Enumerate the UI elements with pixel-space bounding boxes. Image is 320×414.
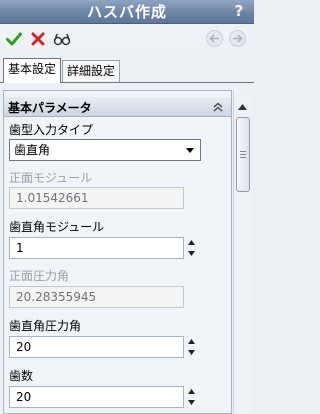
- section-title: 基本パラメータ: [8, 101, 92, 115]
- transverse-module-field: 1.01542661: [9, 187, 184, 209]
- ok-button[interactable]: [3, 28, 25, 50]
- spin-down-icon[interactable]: [186, 347, 197, 358]
- spin-up-icon[interactable]: [186, 237, 197, 248]
- normal-pressure-angle-stepper[interactable]: [186, 336, 197, 358]
- window-title: ハスバ作成: [86, 3, 167, 21]
- normal-pressure-angle-field[interactable]: 20: [9, 336, 184, 358]
- forward-button[interactable]: [229, 30, 246, 47]
- tooth-type-label: 歯型入力タイプ: [9, 123, 94, 137]
- section-header[interactable]: 基本パラメータ: [4, 97, 231, 117]
- scroll-up-icon[interactable]: [236, 100, 249, 114]
- parameter-panel: 基本パラメータ 歯型入力タイプ 歯直角 正面モジュール 1.01542661 歯…: [3, 90, 232, 414]
- normal-module-stepper[interactable]: [186, 237, 197, 259]
- forward-arrow-icon: [233, 34, 243, 43]
- vertical-scrollbar[interactable]: [233, 90, 251, 414]
- tab-bar: 基本設定 詳細設定: [0, 58, 254, 86]
- toolbar: [0, 24, 254, 54]
- preview-button[interactable]: [51, 28, 73, 50]
- normal-module-field[interactable]: 1: [9, 237, 184, 259]
- spin-up-icon[interactable]: [186, 386, 197, 397]
- grip-line: [240, 151, 246, 152]
- collapse-icon[interactable]: [211, 100, 225, 114]
- teeth-count-stepper[interactable]: [186, 386, 197, 408]
- transverse-pressure-angle-label: 正面圧力角: [9, 269, 70, 283]
- normal-pressure-angle-label: 歯直角圧力角: [9, 319, 82, 333]
- grip-line: [240, 157, 246, 158]
- tab-advanced-settings[interactable]: 詳細設定: [62, 60, 121, 82]
- x-icon: [31, 32, 45, 46]
- spin-up-icon[interactable]: [186, 336, 197, 347]
- glasses-icon: [53, 33, 71, 46]
- chevron-down-icon: [186, 148, 194, 153]
- help-button[interactable]: ?: [230, 2, 248, 21]
- teeth-count-label: 歯数: [9, 369, 34, 383]
- check-icon: [6, 32, 22, 46]
- spin-down-icon[interactable]: [186, 248, 197, 259]
- back-arrow-icon: [209, 34, 219, 43]
- grip-line: [240, 154, 246, 155]
- normal-module-label: 歯直角モジュール: [9, 220, 105, 234]
- cancel-button[interactable]: [27, 28, 49, 50]
- transverse-module-label: 正面モジュール: [9, 171, 93, 185]
- title-bar: ハスバ作成 ?: [0, 0, 254, 24]
- tooth-type-select[interactable]: 歯直角: [9, 139, 201, 161]
- scroll-thumb[interactable]: [236, 117, 250, 192]
- teeth-count-field[interactable]: 20: [9, 386, 184, 408]
- tab-basic-settings[interactable]: 基本設定: [3, 58, 62, 83]
- back-button[interactable]: [206, 30, 223, 47]
- transverse-pressure-angle-field: 20.28355945: [9, 286, 184, 308]
- spin-down-icon[interactable]: [186, 397, 197, 408]
- tooth-type-value: 歯直角: [14, 143, 51, 157]
